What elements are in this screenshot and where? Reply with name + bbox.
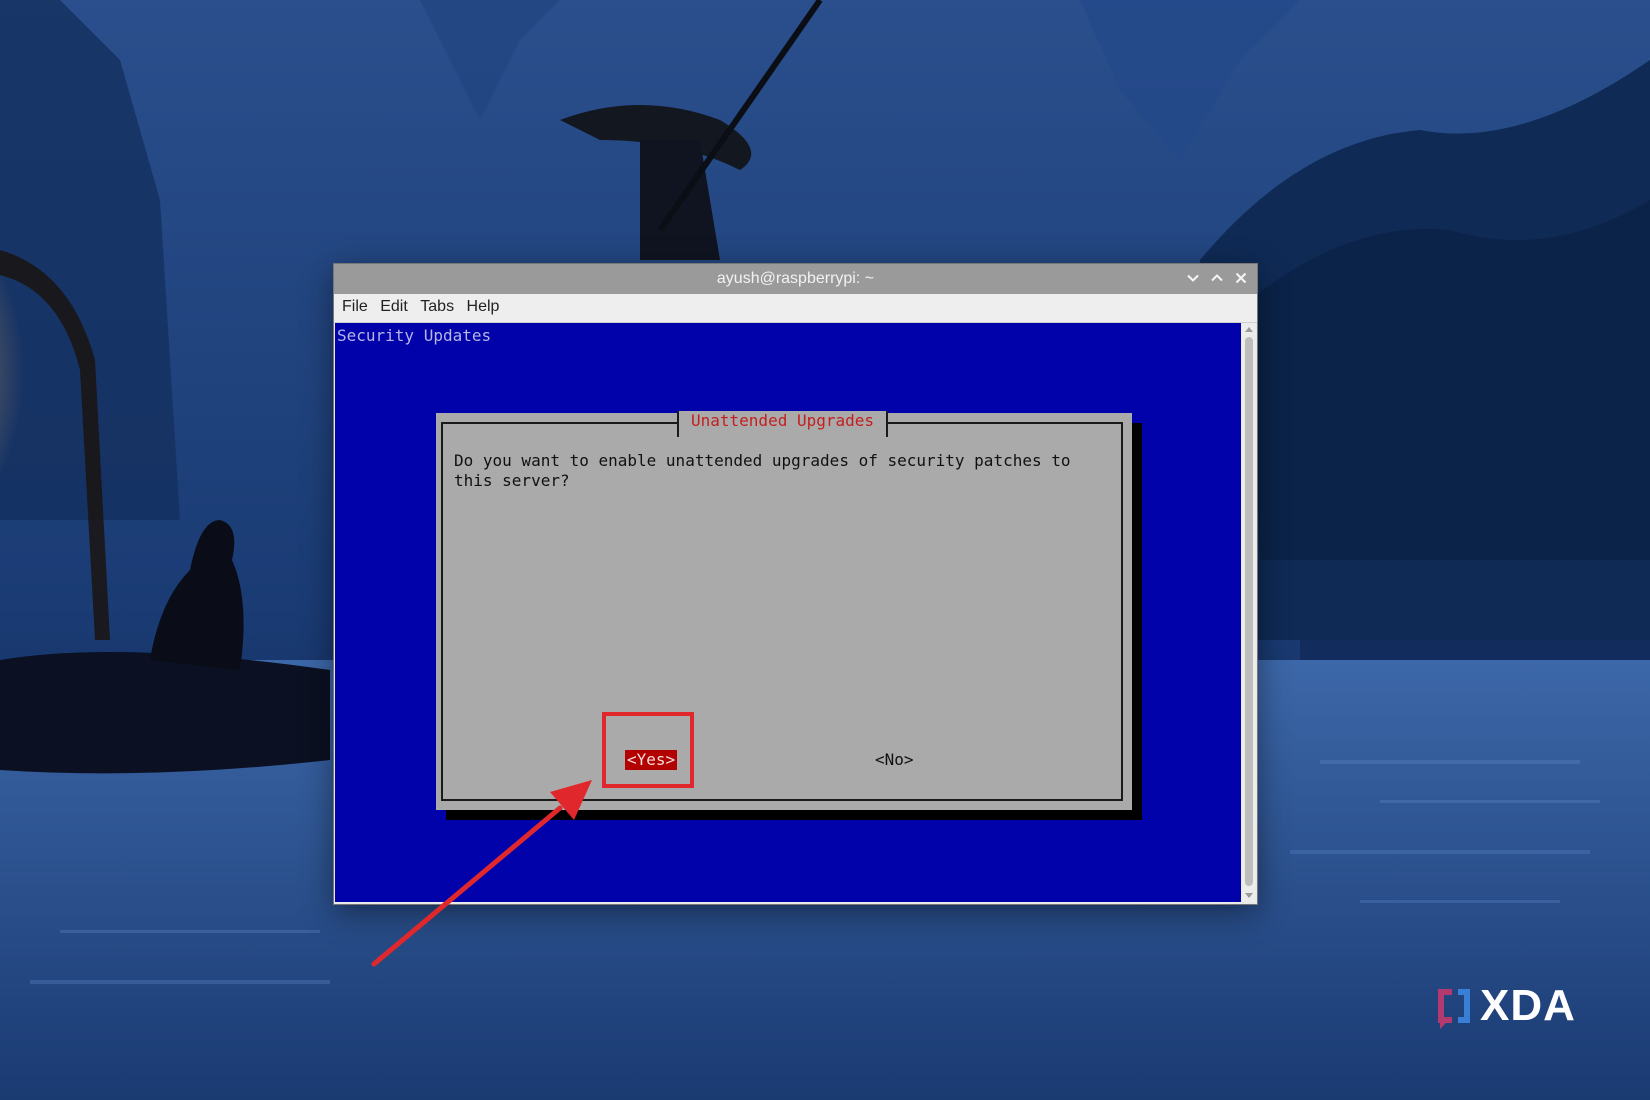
unattended-upgrades-dialog: Unattended Upgrades Do you want to enabl… [436, 411, 1132, 810]
scroll-down-arrow-icon[interactable] [1245, 893, 1253, 898]
yes-button-highlight [602, 712, 694, 788]
vertical-scrollbar[interactable] [1242, 323, 1256, 902]
dialog-title: Unattended Upgrades [677, 411, 889, 437]
close-icon [1235, 272, 1247, 284]
annotation-arrow-icon [371, 780, 592, 967]
dialog-backtitle: Security Updates [337, 326, 492, 345]
xda-logo-icon [1438, 989, 1470, 1029]
menu-tabs[interactable]: Tabs [412, 294, 454, 316]
maximize-button[interactable] [1207, 268, 1227, 290]
chevron-down-icon [1187, 274, 1199, 282]
xda-watermark: XDA [1432, 981, 1575, 1035]
minimize-button[interactable] [1183, 268, 1203, 290]
menu-bar: File Edit Tabs Help [334, 294, 1257, 323]
scroll-up-arrow-icon[interactable] [1245, 327, 1253, 332]
menu-file[interactable]: File [334, 294, 368, 316]
menu-edit[interactable]: Edit [372, 294, 408, 316]
scrollbar-thumb[interactable] [1245, 337, 1253, 886]
chevron-up-icon [1211, 274, 1223, 282]
menu-help[interactable]: Help [459, 294, 500, 316]
window-titlebar[interactable]: ayush@raspberrypi: ~ [334, 264, 1257, 294]
window-title: ayush@raspberrypi: ~ [716, 270, 875, 287]
watermark-text: XDA [1480, 981, 1576, 1030]
no-button[interactable]: <No> [875, 750, 914, 770]
close-button[interactable] [1231, 268, 1251, 290]
dialog-message: Do you want to enable unattended upgrade… [454, 451, 1071, 490]
